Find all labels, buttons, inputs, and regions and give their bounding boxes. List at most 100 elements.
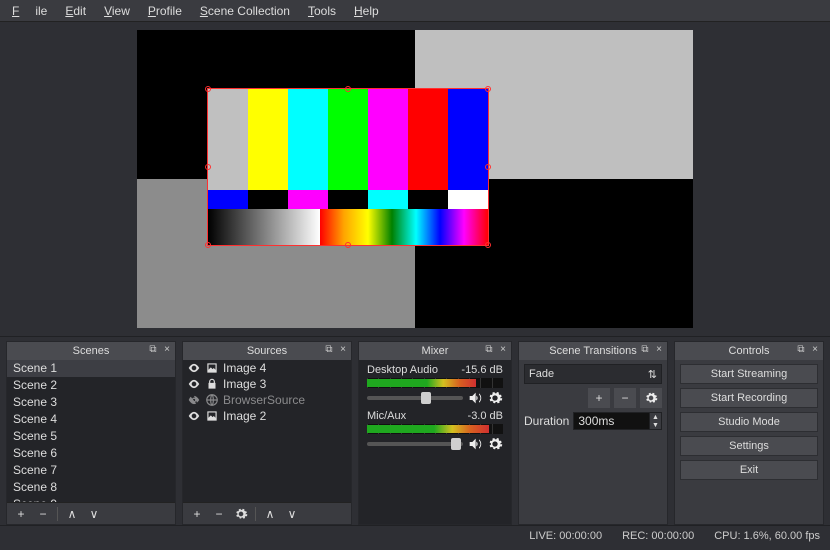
studio-mode-button[interactable]: Studio Mode — [680, 412, 818, 432]
panel-title: Scenes — [73, 345, 110, 357]
list-item[interactable]: Scene 1 — [7, 360, 175, 377]
close-icon[interactable]: × — [809, 343, 821, 355]
settings-button[interactable]: Settings — [680, 436, 818, 456]
resize-handle-icon[interactable] — [485, 86, 491, 92]
selected-source-bounds[interactable] — [207, 88, 489, 246]
duration-spinbox[interactable]: 300ms ▲ ▼ — [573, 412, 662, 430]
volume-slider[interactable] — [367, 442, 463, 446]
scenes-toolbar: + − ∧ ∨ — [7, 502, 175, 524]
sources-list[interactable]: Image 4 Image 3 BrowserSource Image 2 — [183, 360, 351, 502]
menu-view[interactable]: View — [96, 2, 138, 20]
volume-meter — [367, 424, 503, 434]
sources-titlebar[interactable]: Sources ⧉ × — [183, 342, 351, 360]
spin-up-icon[interactable]: ▲ — [649, 413, 661, 421]
transition-select[interactable]: Fade ⇅ — [524, 364, 662, 384]
close-icon[interactable]: × — [161, 343, 173, 355]
source-label: Image 4 — [223, 361, 266, 375]
menu-edit[interactable]: Edit — [57, 2, 94, 20]
list-item[interactable]: Scene 6 — [7, 445, 175, 462]
resize-handle-icon[interactable] — [205, 86, 211, 92]
move-source-down-button[interactable]: ∨ — [282, 505, 302, 523]
lock-icon[interactable] — [205, 377, 219, 391]
source-item[interactable]: BrowserSource — [183, 392, 351, 408]
detach-icon[interactable]: ⧉ — [795, 343, 807, 355]
add-scene-button[interactable]: + — [11, 505, 31, 523]
move-scene-up-button[interactable]: ∧ — [62, 505, 82, 523]
menu-file[interactable]: File — [4, 2, 55, 20]
close-icon[interactable]: × — [653, 343, 665, 355]
remove-scene-button[interactable]: − — [33, 505, 53, 523]
remove-transition-button[interactable]: − — [614, 388, 636, 408]
list-item[interactable]: Scene 5 — [7, 428, 175, 445]
channel-level: -3.0 dB — [468, 410, 503, 422]
spin-down-icon[interactable]: ▼ — [649, 421, 661, 429]
detach-icon[interactable]: ⧉ — [639, 343, 651, 355]
source-item[interactable]: Image 4 — [183, 360, 351, 376]
add-source-button[interactable]: + — [187, 505, 207, 523]
detach-icon[interactable]: ⧉ — [323, 343, 335, 355]
list-item[interactable]: Scene 8 — [7, 479, 175, 496]
scenes-panel: Scenes ⧉ × Scene 1 Scene 2 Scene 3 Scene… — [6, 341, 176, 525]
menu-tools[interactable]: Tools — [300, 2, 344, 20]
resize-handle-icon[interactable] — [345, 86, 351, 92]
resize-handle-icon[interactable] — [205, 164, 211, 170]
image-icon — [205, 409, 219, 423]
separator — [57, 507, 58, 521]
add-transition-button[interactable]: + — [588, 388, 610, 408]
eye-icon[interactable] — [187, 409, 201, 423]
start-streaming-button[interactable]: Start Streaming — [680, 364, 818, 384]
preview-canvas[interactable] — [137, 30, 693, 328]
eye-icon[interactable] — [187, 361, 201, 375]
source-properties-button[interactable] — [231, 505, 251, 523]
list-item[interactable]: Scene 3 — [7, 394, 175, 411]
menu-scene-collection[interactable]: Scene Collection — [192, 2, 298, 20]
remove-source-button[interactable]: − — [209, 505, 229, 523]
source-item[interactable]: Image 3 — [183, 376, 351, 392]
scenes-list[interactable]: Scene 1 Scene 2 Scene 3 Scene 4 Scene 5 … — [7, 360, 175, 502]
start-recording-button[interactable]: Start Recording — [680, 388, 818, 408]
status-cpu: CPU: 1.6%, 60.00 fps — [714, 530, 820, 542]
move-source-up-button[interactable]: ∧ — [260, 505, 280, 523]
duration-label: Duration — [524, 414, 569, 428]
separator — [255, 507, 256, 521]
resize-handle-icon[interactable] — [485, 242, 491, 248]
panel-title: Mixer — [422, 345, 449, 357]
gear-icon[interactable] — [487, 390, 503, 406]
channel-level: -15.6 dB — [461, 364, 503, 376]
list-item[interactable]: Scene 2 — [7, 377, 175, 394]
eye-off-icon[interactable] — [187, 393, 201, 407]
scenes-titlebar[interactable]: Scenes ⧉ × — [7, 342, 175, 360]
transition-selected: Fade — [529, 368, 554, 380]
transition-properties-button[interactable] — [640, 388, 662, 408]
panel-title: Sources — [247, 345, 287, 357]
close-icon[interactable]: × — [337, 343, 349, 355]
exit-button[interactable]: Exit — [680, 460, 818, 480]
resize-handle-icon[interactable] — [345, 242, 351, 248]
gear-icon[interactable] — [487, 436, 503, 452]
status-rec: REC: 00:00:00 — [622, 530, 694, 542]
menu-help[interactable]: Help — [346, 2, 387, 20]
mixer-channel-desktop-audio: Desktop Audio -15.6 dB — [367, 364, 503, 406]
speaker-icon[interactable] — [467, 390, 483, 406]
detach-icon[interactable]: ⧉ — [483, 343, 495, 355]
list-item[interactable]: Scene 7 — [7, 462, 175, 479]
eye-icon[interactable] — [187, 377, 201, 391]
detach-icon[interactable]: ⧉ — [147, 343, 159, 355]
menu-bar: File Edit View Profile Scene Collection … — [0, 0, 830, 22]
resize-handle-icon[interactable] — [485, 164, 491, 170]
controls-titlebar[interactable]: Controls ⧉ × — [675, 342, 823, 360]
menu-profile[interactable]: Profile — [140, 2, 190, 20]
speaker-icon[interactable] — [467, 436, 483, 452]
list-item[interactable]: Scene 4 — [7, 411, 175, 428]
sources-panel: Sources ⧉ × Image 4 Image 3 — [182, 341, 352, 525]
resize-handle-icon[interactable] — [205, 242, 211, 248]
volume-slider[interactable] — [367, 396, 463, 400]
move-scene-down-button[interactable]: ∨ — [84, 505, 104, 523]
channel-name: Mic/Aux — [367, 410, 406, 422]
source-item[interactable]: Image 2 — [183, 408, 351, 424]
mixer-titlebar[interactable]: Mixer ⧉ × — [359, 342, 511, 360]
transitions-titlebar[interactable]: Scene Transitions ⧉ × — [519, 342, 667, 360]
preview-area — [0, 22, 830, 337]
gear-icon — [644, 391, 658, 405]
close-icon[interactable]: × — [497, 343, 509, 355]
